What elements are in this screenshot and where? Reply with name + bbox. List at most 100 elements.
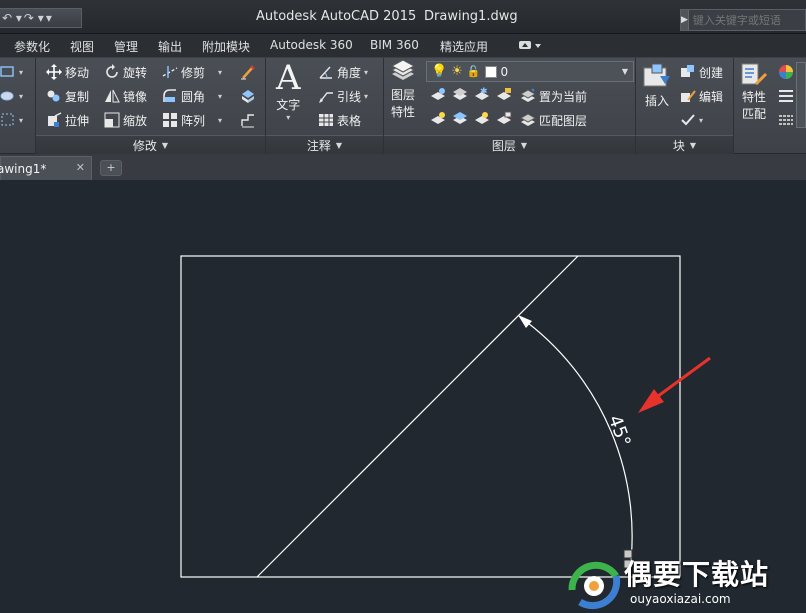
redo-button[interactable]: ↷ ▾	[24, 9, 44, 27]
match-layer-icon	[520, 112, 536, 128]
tab-featured-apps[interactable]: 精选应用	[440, 38, 488, 55]
properties-match-button[interactable]: 特性 匹配	[740, 62, 768, 122]
ribbon: ▾ ▾ ▾ 移动 旋转 修剪 ▾ 复制 镜像 圆角 ▾ 拉伸 缩放 阵列 ▾ 修…	[0, 58, 806, 154]
layer-freeze-icon[interactable]: ✱	[474, 86, 490, 102]
create-block-icon	[680, 64, 696, 80]
layer-color-swatch	[484, 65, 497, 78]
tab-bim-360[interactable]: BIM 360	[370, 38, 419, 52]
insert-block-button[interactable]: 插入	[642, 62, 672, 109]
light-bulb-icon: 💡	[431, 64, 448, 79]
layer-lock-icon[interactable]	[496, 86, 512, 102]
layer-dropdown[interactable]: 💡 ☀ 🔓 0 ▼	[426, 61, 634, 82]
match-layer-button[interactable]: 匹配图层	[520, 110, 587, 130]
document-tab[interactable]: awing1* ✕	[0, 156, 92, 180]
stretch-button[interactable]: 拉伸	[46, 110, 89, 130]
annotation-panel-title[interactable]: 注释 ▼	[266, 135, 383, 154]
svg-text:45°: 45°	[604, 413, 635, 450]
lineweight-icon[interactable]	[778, 88, 794, 104]
search-expand-icon[interactable]: ▶	[681, 10, 689, 30]
edit-block-button[interactable]: 编辑	[680, 86, 723, 106]
site-watermark: 偶要下载站 ouyaoxiazai.com	[566, 548, 806, 613]
property-dropdown-partial[interactable]	[796, 62, 806, 128]
erase-icon	[240, 64, 256, 80]
boundary-tool-icon[interactable]: ▾	[0, 110, 23, 130]
block-attribute-button[interactable]: ▾	[680, 110, 703, 130]
close-icon[interactable]: ✕	[76, 161, 85, 174]
dimension-angle-button[interactable]: 角度 ▾	[318, 62, 368, 82]
trim-button[interactable]: 修剪 ▾	[162, 62, 222, 82]
array-button[interactable]: 阵列 ▾	[162, 110, 222, 130]
scale-icon	[104, 112, 120, 128]
quick-access-toolbar: ↶ ▾ ↷ ▾ ▾	[0, 8, 82, 28]
tab-output[interactable]: 输出	[158, 38, 182, 55]
customize-qat-button[interactable]: ▾	[46, 9, 52, 27]
offset-icon	[240, 112, 256, 128]
mirror-button[interactable]: 镜像	[104, 86, 147, 106]
layer-on-icon[interactable]	[430, 110, 446, 126]
insert-block-icon	[642, 62, 672, 90]
mirror-icon	[104, 88, 120, 104]
svg-text:✱: ✱	[480, 87, 488, 97]
leader-button[interactable]: 引线 ▾	[318, 86, 368, 106]
angle-dimension-icon	[318, 64, 334, 80]
document-title: Drawing1.dwg	[424, 9, 518, 24]
explode-button[interactable]	[240, 86, 256, 106]
properties-panel: 特性 匹配	[734, 58, 806, 154]
move-icon	[46, 64, 62, 80]
rectangle-tool-icon[interactable]: ▾	[0, 62, 23, 82]
copy-button[interactable]: 复制	[46, 86, 89, 106]
set-current-layer-button[interactable]: 置为当前	[520, 86, 587, 106]
layer-tools-row-2	[430, 110, 512, 126]
search-input[interactable]	[688, 11, 806, 29]
ribbon-minimize-button[interactable]	[518, 38, 542, 55]
modify-panel: 移动 旋转 修剪 ▾ 复制 镜像 圆角 ▾ 拉伸 缩放 阵列 ▾ 修改 ▼	[36, 58, 266, 154]
move-button[interactable]: 移动	[46, 62, 89, 82]
layer-thaw-icon[interactable]	[474, 110, 490, 126]
table-button[interactable]: 表格	[318, 110, 361, 130]
app-title: Autodesk AutoCAD 2015	[256, 9, 417, 24]
search-box: ▶	[680, 9, 806, 31]
new-tab-button[interactable]: +	[100, 160, 122, 176]
diagonal-line[interactable]	[256, 255, 579, 578]
unlock-icon: 🔓	[466, 65, 481, 78]
tab-parametric[interactable]: 参数化	[14, 38, 50, 55]
block-panel: 插入 创建 编辑 ▾ 块 ▼	[636, 58, 734, 154]
tab-addins[interactable]: 附加模块	[202, 38, 250, 55]
ribbon-tab-bar: 参数化 视图 管理 输出 附加模块 Autodesk 360 BIM 360 精…	[0, 34, 806, 58]
trim-icon	[162, 64, 178, 80]
layer-unlock-icon[interactable]	[496, 110, 512, 126]
linetype-icon[interactable]	[778, 112, 794, 128]
color-wheel-icon[interactable]	[778, 64, 794, 80]
layer-properties-button[interactable]: 图层 特性	[390, 60, 416, 120]
explode-icon	[240, 88, 256, 104]
create-block-button[interactable]: 创建	[680, 62, 723, 82]
offset-button[interactable]	[240, 110, 256, 130]
rotate-button[interactable]: 旋转	[104, 62, 147, 82]
attribute-icon	[680, 112, 696, 128]
tab-manage[interactable]: 管理	[114, 38, 138, 55]
fillet-button[interactable]: 圆角 ▾	[162, 86, 222, 106]
erase-button[interactable]	[240, 62, 256, 82]
tab-autodesk-360[interactable]: Autodesk 360	[270, 38, 353, 52]
title-bar: ↶ ▾ ↷ ▾ ▾ Autodesk AutoCAD 2015 Drawing1…	[0, 0, 806, 34]
layer-off-icon[interactable]	[430, 86, 446, 102]
sun-icon: ☀	[451, 64, 463, 79]
text-button[interactable]: A 文字 ▾	[276, 60, 301, 122]
dimension-arrowhead	[518, 315, 532, 328]
set-current-icon	[520, 88, 536, 104]
modify-panel-title[interactable]: 修改 ▼	[36, 135, 265, 154]
document-tab-name: awing1*	[0, 161, 47, 176]
stretch-icon	[46, 112, 62, 128]
block-panel-title[interactable]: 块 ▼	[636, 135, 733, 154]
scale-button[interactable]: 缩放	[104, 110, 147, 130]
layer-isolate-icon[interactable]	[452, 86, 468, 102]
chevron-down-icon: ▼	[621, 67, 629, 76]
layer-unisolate-icon[interactable]	[452, 110, 468, 126]
undo-button[interactable]: ↶ ▾	[2, 9, 22, 27]
hatch-tool-icon[interactable]: ▾	[0, 86, 23, 106]
tab-view[interactable]: 视图	[70, 38, 94, 55]
rectangle-shape[interactable]	[180, 255, 681, 578]
layer-stack-icon	[390, 60, 416, 82]
document-tab-bar: awing1* ✕ +	[0, 154, 806, 180]
angle-dimension-label[interactable]: 45°	[604, 413, 635, 450]
